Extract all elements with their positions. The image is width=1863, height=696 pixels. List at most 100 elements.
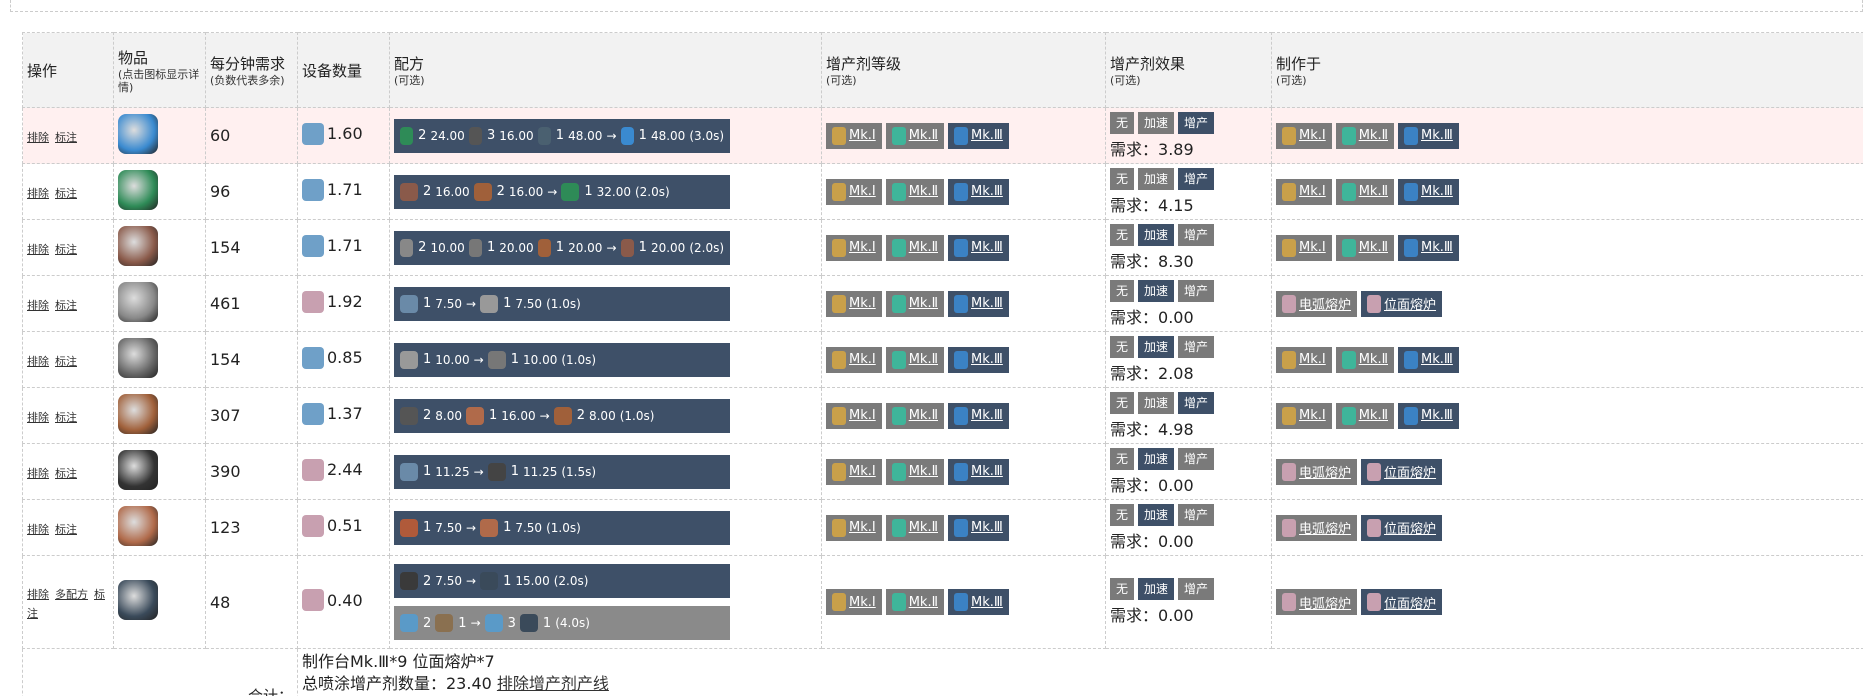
item-icon[interactable]: [118, 505, 158, 546]
item-icon[interactable]: [118, 580, 158, 620]
plane-smelter-button[interactable]: 位面熔炉: [1361, 458, 1443, 485]
remove-link[interactable]: 排除: [27, 299, 49, 312]
remove-link[interactable]: 排除: [27, 243, 49, 256]
item-icon[interactable]: [118, 169, 158, 210]
mark-link[interactable]: 标注: [55, 523, 77, 536]
proliferator-mk3-button[interactable]: Mk.Ⅲ: [948, 122, 1009, 149]
proliferator-mk1-button[interactable]: Mk.Ⅰ: [826, 402, 882, 429]
recipe-bar[interactable]: 2 10.00 1 20.00 1 20.00 → 1 20.00 (2.0s): [394, 230, 730, 265]
item-icon[interactable]: [118, 113, 158, 154]
effect-extra-button[interactable]: 增产: [1178, 335, 1215, 358]
alt-recipe-bar[interactable]: 2 1 → 3 1 (4.0s): [394, 606, 730, 640]
plane-smelter-button[interactable]: 位面熔炉: [1361, 589, 1443, 615]
mark-link[interactable]: 标注: [55, 355, 77, 368]
effect-speed-button[interactable]: 加速: [1138, 223, 1175, 246]
effect-extra-button[interactable]: 增产: [1178, 391, 1215, 414]
proliferator-mk3-button[interactable]: Mk.Ⅲ: [948, 234, 1009, 261]
recipe-bar[interactable]: 1 7.50 → 1 7.50 (1.0s): [394, 510, 730, 545]
assembler-mk2-button[interactable]: Mk.Ⅱ: [1335, 122, 1394, 149]
proliferator-mk1-button[interactable]: Mk.Ⅰ: [826, 234, 882, 261]
assembler-mk3-button[interactable]: Mk.Ⅲ: [1398, 234, 1459, 261]
effect-none-button[interactable]: 无: [1110, 279, 1135, 302]
remove-link[interactable]: 排除: [27, 411, 49, 424]
recipe-bar[interactable]: 2 24.00 3 16.00 1 48.00 → 1 48.00 (3.0s): [394, 118, 730, 153]
remove-link[interactable]: 排除: [27, 588, 49, 601]
proliferator-mk3-button[interactable]: Mk.Ⅲ: [948, 589, 1009, 615]
item-icon[interactable]: [118, 337, 158, 378]
assembler-mk1-button[interactable]: Mk.Ⅰ: [1276, 402, 1332, 429]
proliferator-mk2-button[interactable]: Mk.Ⅱ: [885, 346, 944, 373]
recipe-bar[interactable]: 1 10.00 → 1 10.00 (1.0s): [394, 342, 730, 377]
effect-none-button[interactable]: 无: [1110, 447, 1135, 470]
effect-speed-button[interactable]: 加速: [1138, 111, 1175, 134]
assembler-mk1-button[interactable]: Mk.Ⅰ: [1276, 234, 1332, 261]
effect-extra-button[interactable]: 增产: [1178, 279, 1215, 302]
arc-smelter-button[interactable]: 电弧熔炉: [1276, 589, 1358, 615]
proliferator-mk2-button[interactable]: Mk.Ⅱ: [885, 402, 944, 429]
proliferator-mk2-button[interactable]: Mk.Ⅱ: [885, 589, 944, 615]
proliferator-mk3-button[interactable]: Mk.Ⅲ: [948, 290, 1009, 317]
item-icon[interactable]: [118, 449, 158, 490]
remove-link[interactable]: 排除: [27, 131, 49, 144]
proliferator-mk2-button[interactable]: Mk.Ⅱ: [885, 290, 944, 317]
assembler-mk1-button[interactable]: Mk.Ⅰ: [1276, 122, 1332, 149]
arc-smelter-button[interactable]: 电弧熔炉: [1276, 290, 1358, 317]
effect-extra-button[interactable]: 增产: [1178, 578, 1215, 600]
mark-link[interactable]: 标注: [55, 243, 77, 256]
proliferator-mk2-button[interactable]: Mk.Ⅱ: [885, 514, 944, 541]
proliferator-mk3-button[interactable]: Mk.Ⅲ: [948, 458, 1009, 485]
assembler-mk3-button[interactable]: Mk.Ⅲ: [1398, 402, 1459, 429]
proliferator-mk2-button[interactable]: Mk.Ⅱ: [885, 122, 944, 149]
assembler-mk1-button[interactable]: Mk.Ⅰ: [1276, 178, 1332, 205]
arc-smelter-button[interactable]: 电弧熔炉: [1276, 514, 1358, 541]
effect-extra-button[interactable]: 增产: [1178, 111, 1215, 134]
effect-speed-button[interactable]: 加速: [1138, 503, 1175, 526]
effect-extra-button[interactable]: 增产: [1178, 447, 1215, 470]
proliferator-mk3-button[interactable]: Mk.Ⅲ: [948, 514, 1009, 541]
mark-link[interactable]: 标注: [55, 411, 77, 424]
proliferator-mk1-button[interactable]: Mk.Ⅰ: [826, 458, 882, 485]
assembler-mk3-button[interactable]: Mk.Ⅲ: [1398, 346, 1459, 373]
effect-none-button[interactable]: 无: [1110, 167, 1135, 190]
plane-smelter-button[interactable]: 位面熔炉: [1361, 514, 1443, 541]
remove-proliferator-line-link[interactable]: 排除增产剂产线: [497, 674, 609, 693]
effect-speed-button[interactable]: 加速: [1138, 578, 1175, 600]
proliferator-mk3-button[interactable]: Mk.Ⅲ: [948, 178, 1009, 205]
proliferator-mk2-button[interactable]: Mk.Ⅱ: [885, 458, 944, 485]
mark-link[interactable]: 标注: [55, 131, 77, 144]
effect-none-button[interactable]: 无: [1110, 223, 1135, 246]
plane-smelter-button[interactable]: 位面熔炉: [1361, 290, 1443, 317]
mark-link[interactable]: 标注: [55, 299, 77, 312]
proliferator-mk1-button[interactable]: Mk.Ⅰ: [826, 589, 882, 615]
effect-speed-button[interactable]: 加速: [1138, 447, 1175, 470]
proliferator-mk1-button[interactable]: Mk.Ⅰ: [826, 290, 882, 317]
recipe-bar[interactable]: 2 16.00 2 16.00 → 1 32.00 (2.0s): [394, 174, 730, 209]
proliferator-mk3-button[interactable]: Mk.Ⅲ: [948, 346, 1009, 373]
proliferator-mk1-button[interactable]: Mk.Ⅰ: [826, 514, 882, 541]
recipe-bar[interactable]: 1 7.50 → 1 7.50 (1.0s): [394, 286, 730, 321]
recipe-bar[interactable]: 2 8.00 1 16.00 → 2 8.00 (1.0s): [394, 398, 730, 433]
assembler-mk2-button[interactable]: Mk.Ⅱ: [1335, 402, 1394, 429]
mark-link[interactable]: 标注: [55, 467, 77, 480]
multi-recipe-link[interactable]: 多配方: [55, 588, 88, 601]
effect-speed-button[interactable]: 加速: [1138, 167, 1175, 190]
assembler-mk2-button[interactable]: Mk.Ⅱ: [1335, 234, 1394, 261]
proliferator-mk2-button[interactable]: Mk.Ⅱ: [885, 234, 944, 261]
item-icon[interactable]: [118, 225, 158, 266]
assembler-mk2-button[interactable]: Mk.Ⅱ: [1335, 178, 1394, 205]
proliferator-mk1-button[interactable]: Mk.Ⅰ: [826, 122, 882, 149]
remove-link[interactable]: 排除: [27, 523, 49, 536]
assembler-mk3-button[interactable]: Mk.Ⅲ: [1398, 122, 1459, 149]
item-icon[interactable]: [118, 393, 158, 434]
item-icon[interactable]: [118, 281, 158, 322]
effect-none-button[interactable]: 无: [1110, 503, 1135, 526]
effect-speed-button[interactable]: 加速: [1138, 335, 1175, 358]
recipe-bar[interactable]: 1 11.25 → 1 11.25 (1.5s): [394, 454, 730, 489]
effect-none-button[interactable]: 无: [1110, 391, 1135, 414]
proliferator-mk1-button[interactable]: Mk.Ⅰ: [826, 178, 882, 205]
effect-speed-button[interactable]: 加速: [1138, 391, 1175, 414]
effect-none-button[interactable]: 无: [1110, 578, 1135, 600]
effect-extra-button[interactable]: 增产: [1178, 223, 1215, 246]
assembler-mk2-button[interactable]: Mk.Ⅱ: [1335, 346, 1394, 373]
recipe-bar[interactable]: 2 7.50 → 1 15.00 (2.0s): [394, 564, 730, 598]
